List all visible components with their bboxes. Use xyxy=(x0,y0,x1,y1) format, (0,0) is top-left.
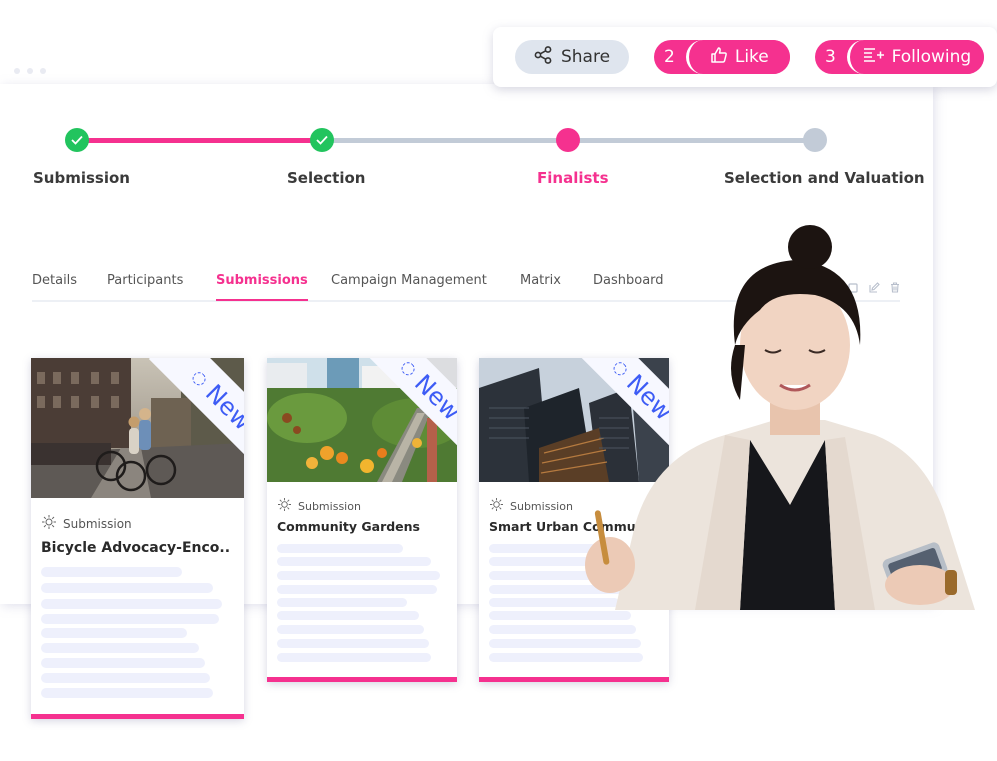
card-title: Community Gardens xyxy=(277,519,420,534)
tab-participants[interactable]: Participants xyxy=(107,273,183,288)
stepper-track-complete xyxy=(77,138,322,143)
skeleton-line xyxy=(489,611,631,620)
skeleton-line xyxy=(277,557,431,566)
step-label-submission: Submission xyxy=(33,169,130,187)
skeleton-line xyxy=(489,653,643,662)
skeleton-line xyxy=(41,688,213,698)
skeleton-line xyxy=(277,625,424,634)
tab-matrix[interactable]: Matrix xyxy=(520,273,561,288)
submission-card[interactable]: New Submission Bicycle Advocacy-Enco.. xyxy=(31,358,244,719)
card-accent-bar xyxy=(31,714,244,719)
skeleton-line xyxy=(277,653,431,662)
skeleton-line xyxy=(277,544,403,553)
skeleton-line xyxy=(41,628,187,638)
following-label: Following xyxy=(891,47,972,67)
skeleton-line xyxy=(277,639,429,648)
following-button[interactable]: 3 Following xyxy=(815,40,984,74)
card-type: Submission xyxy=(41,515,132,532)
card-type: Submission xyxy=(489,498,573,514)
following-inner: Following xyxy=(846,40,984,74)
card-type-label: Submission xyxy=(298,499,361,513)
tab-submissions[interactable]: Submissions xyxy=(216,273,308,301)
share-button[interactable]: Share xyxy=(515,40,629,74)
share-label: Share xyxy=(560,47,611,67)
like-label: Like xyxy=(734,47,769,67)
submission-card[interactable]: New Submission Community Gardens xyxy=(267,358,457,682)
card-type-label: Submission xyxy=(63,516,132,531)
skeleton-line xyxy=(277,571,440,580)
like-inner: Like xyxy=(685,40,790,74)
skeleton-line xyxy=(41,614,219,624)
loading-spinner-icon xyxy=(190,369,209,388)
tab-campaign-management[interactable]: Campaign Management xyxy=(331,273,487,288)
step-2-check-icon[interactable] xyxy=(310,128,334,152)
step-4-pending-dot[interactable] xyxy=(803,128,827,152)
lightbulb-icon xyxy=(489,498,504,514)
card-accent-bar xyxy=(267,677,457,682)
step-1-check-icon[interactable] xyxy=(65,128,89,152)
card-type-label: Submission xyxy=(510,499,573,513)
action-bar: Share 2 Like 3 Following xyxy=(493,27,997,87)
skeleton-line xyxy=(41,673,210,683)
list-add-icon xyxy=(863,47,885,68)
lightbulb-icon xyxy=(277,498,292,514)
skeleton-line xyxy=(277,598,407,607)
skeleton-line xyxy=(41,583,213,593)
skeleton-line xyxy=(41,643,199,653)
card-title: Bicycle Advocacy-Enco.. xyxy=(41,540,231,556)
share-icon xyxy=(534,45,552,69)
loading-spinner-icon xyxy=(399,359,418,378)
skeleton-line xyxy=(41,567,182,577)
step-label-selection: Selection xyxy=(287,169,366,187)
like-count: 2 xyxy=(664,47,675,67)
skeleton-line xyxy=(41,599,222,609)
following-count: 3 xyxy=(825,47,836,67)
card-accent-bar xyxy=(479,677,669,682)
step-label-selection-valuation: Selection and Valuation xyxy=(724,169,925,187)
step-3-active-dot[interactable] xyxy=(556,128,580,152)
skeleton-line xyxy=(277,611,419,620)
card-type: Submission xyxy=(277,498,361,514)
skeleton-line xyxy=(489,625,636,634)
step-label-finalists: Finalists xyxy=(537,169,609,187)
skeleton-line xyxy=(277,585,437,594)
person-photo xyxy=(575,225,997,610)
skeleton-line xyxy=(489,639,641,648)
like-button[interactable]: 2 Like xyxy=(654,40,790,74)
lightbulb-icon xyxy=(41,515,57,532)
thumbs-up-icon xyxy=(710,46,728,69)
tab-details[interactable]: Details xyxy=(32,273,77,288)
skeleton-line xyxy=(41,658,205,668)
